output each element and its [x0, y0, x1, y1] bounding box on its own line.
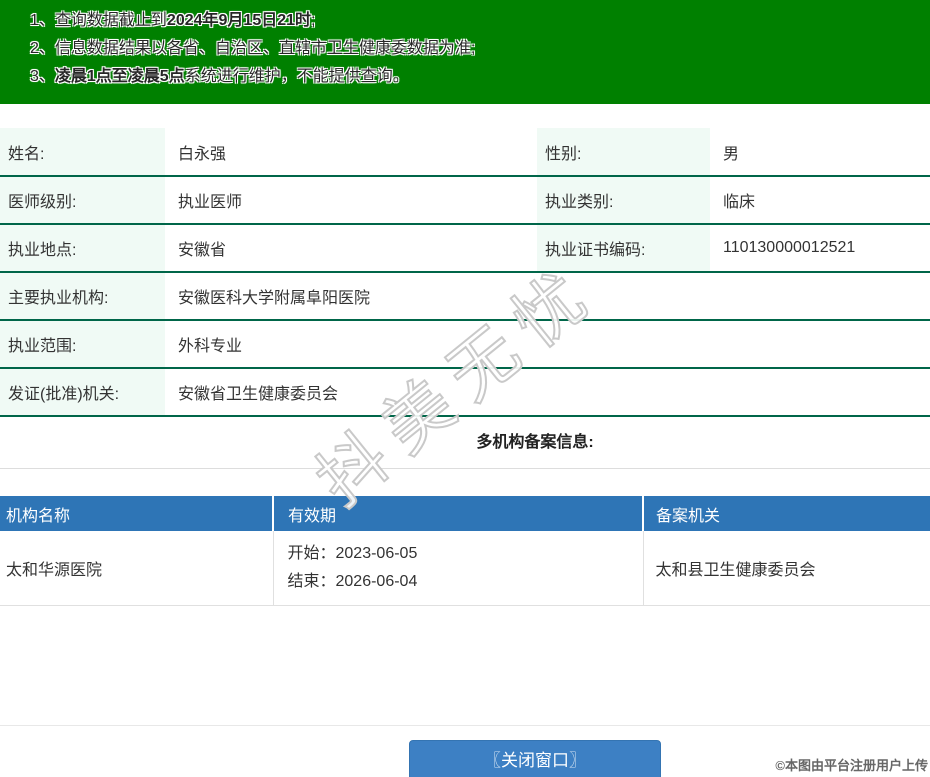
- gender-value: 男: [710, 128, 930, 177]
- notice-number: 3、: [30, 68, 55, 85]
- practice-scope-label: 执业范围:: [0, 320, 165, 369]
- certificate-number-value: 110130000012521: [710, 224, 930, 273]
- table-row: 执业范围: 外科专业: [0, 320, 930, 369]
- name-label: 姓名:: [0, 128, 165, 177]
- column-header-org-name: 机构名称: [0, 496, 273, 531]
- issuing-authority-label: 发证(批准)机关:: [0, 368, 165, 417]
- validity-end: 结束：2026-06-04: [287, 572, 418, 590]
- copyright-watermark: ©本图由平台注册用户上传: [775, 758, 928, 773]
- filing-authority-cell: 太和县卫生健康委员会: [642, 531, 930, 606]
- footer-divider: [0, 724, 930, 726]
- notice-line-1: 1、查询数据截止到2024年9月15日21时;: [30, 7, 920, 35]
- notice-text: 信息数据结果以各省、自治区、直辖市卫生健康委数据为准;: [54, 40, 476, 57]
- gender-label: 性别:: [537, 128, 710, 177]
- practice-category-label: 执业类别:: [537, 176, 710, 225]
- column-header-validity: 有效期: [272, 496, 643, 531]
- table-row: 太和华源医院 开始：2023-06-05 结束：2026-06-04 太和县卫生…: [0, 531, 930, 606]
- notice-text: 查询数据截止到: [54, 12, 167, 29]
- practice-scope-value: 外科专业: [165, 320, 930, 369]
- notice-line-3: 3、凌晨1点至凌晨5点系统进行维护，不能提供查询。: [30, 63, 920, 91]
- table-row: 姓名: 白永强 性别: 男: [0, 128, 930, 177]
- doctor-level-value: 执业医师: [165, 176, 537, 225]
- table-row: 主要执业机构: 安徽医科大学附属阜阳医院: [0, 272, 930, 321]
- filing-table: 机构名称 有效期 备案机关 太和华源医院 开始：2023-06-05 结束：20…: [0, 496, 930, 606]
- notice-bold-text: 2024年9月15日21时: [166, 12, 312, 29]
- name-value: 白永强: [165, 128, 537, 177]
- table-row: 发证(批准)机关: 安徽省卫生健康委员会: [0, 368, 930, 417]
- practice-location-value: 安徽省: [165, 224, 537, 273]
- notice-bold-text: 凌晨1点至凌晨5点: [54, 68, 185, 85]
- column-header-filing-authority: 备案机关: [642, 496, 930, 531]
- practice-category-value: 临床: [710, 176, 930, 225]
- table-row: 执业地点: 安徽省 执业证书编码: 110130000012521: [0, 224, 930, 273]
- main-institution-value: 安徽医科大学附属阜阳医院: [165, 272, 930, 321]
- notice-number: 2、: [30, 40, 55, 57]
- validity-start: 开始：2023-06-05: [287, 544, 418, 562]
- close-window-button[interactable]: 〖关闭窗口〗: [409, 739, 661, 777]
- doctor-info-table: 姓名: 白永强 性别: 男 医师级别: 执业医师 执业类别: 临床 执业地点: …: [0, 128, 930, 417]
- table-row: 医师级别: 执业医师 执业类别: 临床: [0, 176, 930, 225]
- issuing-authority-value: 安徽省卫生健康委员会: [165, 368, 930, 417]
- practice-location-label: 执业地点:: [0, 224, 165, 273]
- filing-table-header-row: 机构名称 有效期 备案机关: [0, 496, 930, 531]
- notice-banner: 1、查询数据截止到2024年9月15日21时; 2、信息数据结果以各省、自治区、…: [0, 0, 930, 104]
- notice-line-2: 2、信息数据结果以各省、自治区、直辖市卫生健康委数据为准;: [30, 35, 920, 63]
- doctor-level-label: 医师级别:: [0, 176, 165, 225]
- notice-number: 1、: [30, 12, 55, 29]
- notice-text: ;: [311, 12, 316, 29]
- multi-org-filing-section-title: 多机构备案信息:: [0, 417, 930, 469]
- org-name-cell: 太和华源医院: [0, 531, 273, 606]
- main-institution-label: 主要执业机构:: [0, 272, 165, 321]
- certificate-number-label: 执业证书编码:: [537, 224, 710, 273]
- validity-cell: 开始：2023-06-05 结束：2026-06-04: [272, 531, 643, 606]
- notice-text: 系统进行维护，不能提供查询。: [184, 68, 409, 85]
